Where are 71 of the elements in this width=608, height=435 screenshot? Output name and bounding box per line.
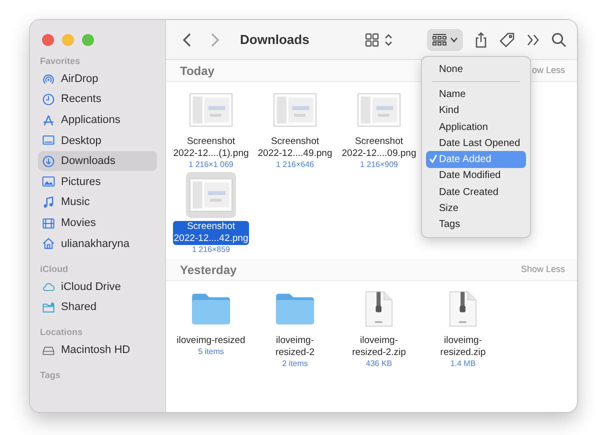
- screenshot-thumbnail: [189, 177, 233, 213]
- grouped-grid-icon: [432, 33, 447, 46]
- file-info: 1 216×646: [276, 160, 314, 170]
- menu-item[interactable]: Date Last Opened: [426, 135, 526, 152]
- section-header: Locations: [40, 326, 84, 338]
- download-icon: [42, 154, 55, 168]
- sidebar-item[interactable]: ulianakharyna: [38, 234, 157, 254]
- window-title: Downloads: [240, 30, 310, 49]
- group-title: Yesterday: [180, 262, 237, 278]
- section-header: Tags: [40, 369, 62, 382]
- section-header: iCloud: [40, 262, 69, 275]
- shared-folder-icon: [42, 300, 55, 314]
- folder-icon: [273, 291, 317, 327]
- section-header: Favorites: [40, 55, 82, 67]
- sidebar-item[interactable]: AirDrop: [38, 69, 157, 89]
- sidebar-item[interactable]: Movies: [38, 213, 157, 234]
- screenshot-thumbnail: [273, 92, 317, 128]
- menu-item[interactable]: Size: [426, 200, 526, 217]
- folder-icon: [189, 291, 233, 327]
- house-icon: [42, 237, 55, 250]
- share-icon[interactable]: [473, 32, 489, 48]
- screenshot-thumbnail: [357, 92, 401, 128]
- file-info: 1 216×909: [360, 160, 398, 170]
- file-name[interactable]: Screenshot 2022-12....09.png: [340, 136, 418, 160]
- file-name[interactable]: Screenshot 2022-12....49.png: [256, 136, 334, 160]
- sidebar-item[interactable]: Shared: [38, 297, 157, 318]
- sidebar-item[interactable]: Pictures: [38, 172, 157, 192]
- file-name[interactable]: iloveimg- resized.zip: [439, 335, 487, 359]
- file-name[interactable]: iloveimg- resized-2.zip: [351, 335, 407, 359]
- signal-rings-icon: [42, 72, 55, 86]
- menu-item[interactable]: Name: [426, 86, 526, 103]
- file-name[interactable]: iloveimg-resized: [176, 335, 246, 347]
- menu-item[interactable]: Tags: [426, 216, 526, 233]
- file-info: 5 items: [198, 347, 224, 357]
- file-info: 1 216×1 069: [188, 160, 234, 170]
- clock-icon: [42, 93, 55, 106]
- sidebar-item[interactable]: Downloads: [38, 151, 157, 172]
- film-icon: [42, 216, 55, 230]
- group-title: Today: [180, 62, 214, 80]
- menu-item[interactable]: Kind: [426, 102, 526, 119]
- search-icon[interactable]: [551, 32, 567, 48]
- app-icon: [42, 114, 55, 127]
- up-down-icon[interactable]: [384, 32, 393, 46]
- menu-item[interactable]: None: [426, 61, 526, 78]
- close-button[interactable]: [42, 34, 54, 46]
- sidebar-item[interactable]: Recents: [38, 90, 157, 110]
- menu-item[interactable]: Date Created: [426, 184, 526, 200]
- sidebar-item[interactable]: Applications: [38, 110, 157, 130]
- monitor-icon: [42, 134, 55, 148]
- file-name[interactable]: iloveimg- resized-2: [274, 335, 316, 359]
- cloud-icon: [42, 280, 55, 294]
- checkmark-icon: [429, 154, 437, 164]
- sidebar-item[interactable]: Music: [38, 192, 157, 213]
- sidebar-item[interactable]: iCloud Drive: [38, 276, 157, 297]
- file-info: 1 216×859: [192, 245, 230, 255]
- grid-view-icon[interactable]: [364, 32, 380, 48]
- group-by-button[interactable]: [427, 28, 463, 50]
- sidebar-item[interactable]: Macintosh HD: [38, 340, 157, 360]
- file-name[interactable]: Screenshot 2022-12....42.png: [172, 221, 250, 245]
- caret-icon: [450, 36, 458, 42]
- file-info: 1.4 MB: [450, 359, 476, 369]
- file-info: 2 items: [282, 359, 308, 369]
- tag-icon[interactable]: [499, 32, 515, 48]
- menu-item[interactable]: Date Modified: [426, 168, 526, 184]
- screenshot-thumbnail: [189, 92, 233, 128]
- music-note-icon: [42, 196, 55, 210]
- menu-item[interactable]: Application: [426, 118, 526, 136]
- file-info: 436 KB: [366, 359, 392, 369]
- picture-icon: [42, 175, 55, 188]
- sidebar-item[interactable]: Desktop: [38, 130, 157, 151]
- file-name[interactable]: Screenshot 2022-12....(1).png: [172, 136, 250, 160]
